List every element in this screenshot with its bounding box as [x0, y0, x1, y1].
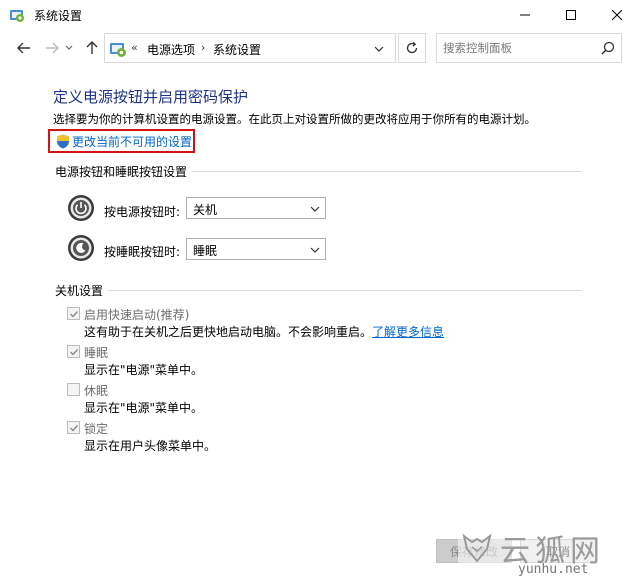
recent-locations-button[interactable]	[62, 38, 76, 58]
power-buttons-heading: 电源按钮和睡眠按钮设置	[55, 165, 188, 179]
shield-icon	[56, 134, 70, 149]
search-input[interactable]	[443, 39, 593, 57]
fox-logo-icon	[460, 530, 494, 564]
power-button-action-select[interactable]: 关机	[186, 197, 326, 219]
sleep-option-description: 显示在"电源"菜单中。	[84, 363, 204, 377]
power-button-label: 按电源按钮时:	[104, 205, 181, 219]
hibernate-checkbox[interactable]	[67, 383, 80, 396]
watermark-url: yunhu.net	[518, 562, 589, 577]
chevron-down-icon	[310, 244, 320, 254]
refresh-button[interactable]	[398, 33, 426, 63]
forward-button[interactable]	[42, 38, 62, 58]
address-bar[interactable]: « 电源选项 › 系统设置	[104, 33, 396, 63]
page-description: 选择要为你的计算机设置的电源设置。在此页上对设置所做的更改将应用于你所有的电源计…	[53, 112, 536, 126]
sleep-option-label: 睡眠	[84, 346, 109, 360]
control-panel-icon	[109, 40, 127, 58]
refresh-icon	[406, 41, 418, 54]
maximize-button[interactable]	[548, 0, 594, 30]
lock-option-description: 显示在用户头像菜单中。	[84, 439, 217, 453]
search-icon[interactable]	[601, 41, 615, 55]
breadcrumb-overflow[interactable]: «	[131, 41, 138, 54]
navigation-bar: « 电源选项 › 系统设置	[0, 30, 640, 66]
hibernate-option-description: 显示在"电源"菜单中。	[84, 401, 204, 415]
shutdown-settings-heading: 关机设置	[55, 284, 104, 298]
chevron-down-icon	[310, 203, 320, 213]
title-bar: 系统设置	[0, 0, 640, 30]
minimize-button[interactable]	[502, 0, 548, 30]
page-title: 定义电源按钮并启用密码保护	[53, 88, 249, 106]
back-button[interactable]	[14, 38, 34, 58]
change-unavailable-settings-link[interactable]: 更改当前不可用的设置	[72, 133, 192, 150]
fast-startup-description: 这有助于在关机之后更快地启动电脑。不会影响重启。了解更多信息	[84, 323, 444, 340]
learn-more-link[interactable]: 了解更多信息	[372, 325, 444, 339]
power-button-icon	[67, 194, 95, 222]
fast-startup-label: 启用快速启动(推荐)	[84, 308, 190, 322]
close-button[interactable]	[594, 0, 640, 30]
section-divider	[192, 171, 582, 172]
breadcrumb-power-options[interactable]: 电源选项	[147, 41, 195, 58]
chevron-down-icon[interactable]	[371, 42, 387, 56]
window-title: 系统设置	[34, 9, 83, 23]
sleep-button-label: 按睡眠按钮时:	[104, 245, 181, 259]
search-box[interactable]	[436, 33, 622, 63]
breadcrumb-separator[interactable]: ›	[201, 41, 205, 54]
sleep-button-action-select[interactable]: 睡眠	[186, 238, 326, 260]
control-panel-icon	[9, 7, 25, 23]
up-button[interactable]	[82, 38, 102, 58]
fast-startup-desc-text: 这有助于在关机之后更快地启动电脑。不会影响重启。	[84, 325, 373, 339]
fast-startup-checkbox[interactable]	[67, 307, 80, 320]
hibernate-option-label: 休眠	[84, 384, 109, 398]
change-settings-highlight: 更改当前不可用的设置	[48, 129, 195, 153]
main-content: 定义电源按钮并启用密码保护 选择要为你的计算机设置的电源设置。在此页上对设置所做…	[0, 66, 640, 577]
watermark: 云狐网 yunhu.net	[458, 526, 640, 577]
power-button-action-value: 关机	[193, 203, 218, 217]
breadcrumb-system-settings[interactable]: 系统设置	[213, 41, 261, 58]
lock-checkbox[interactable]	[67, 421, 80, 434]
sleep-button-action-value: 睡眠	[193, 244, 218, 258]
sleep-checkbox[interactable]	[67, 345, 80, 358]
sleep-button-icon	[67, 234, 95, 262]
lock-option-label: 锁定	[84, 422, 109, 436]
section-divider	[108, 290, 582, 291]
